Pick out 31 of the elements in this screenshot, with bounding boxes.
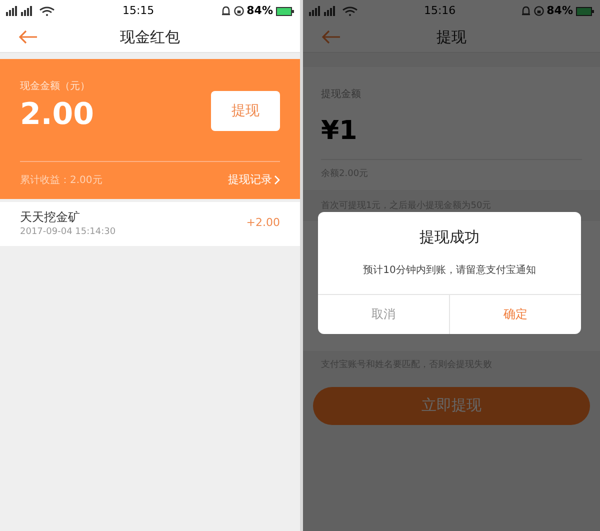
record-time: 2017-09-04 15:14:30 (20, 226, 116, 239)
signal-icon (6, 6, 56, 16)
lock-icon (234, 6, 244, 16)
battery-icon (276, 6, 294, 16)
chevron-icon (274, 175, 280, 186)
cancel-button[interactable]: 取消 (318, 294, 450, 334)
status-time: 15:16 (424, 2, 456, 19)
page-title: 提现 (436, 26, 466, 48)
earnings-text: 累计收益：2.00元 (20, 174, 102, 188)
alarm-icon (220, 6, 231, 16)
submit-button[interactable]: 立即提现 (313, 386, 590, 424)
battery-percent: 84% (246, 2, 273, 19)
withdraw-button[interactable]: 提现 (211, 91, 280, 131)
lock-icon (534, 6, 544, 16)
record-name: 天天挖金矿 (20, 208, 81, 226)
status-time: 15:15 (122, 2, 154, 19)
battery-icon (576, 6, 594, 16)
amount-value: ¥1 (321, 115, 358, 148)
alarm-icon (520, 6, 531, 16)
dialog-title: 提现成功 (418, 227, 480, 248)
back-arrow-icon[interactable] (18, 30, 38, 44)
signal-icon (309, 6, 359, 16)
records-link[interactable]: 提现记录 (228, 172, 280, 188)
page-title: 现金红包 (120, 26, 180, 48)
confirm-button[interactable]: 确定 (450, 294, 581, 334)
balance-label: 现金金额（元） (20, 80, 91, 94)
back-arrow-icon[interactable] (321, 30, 341, 44)
dialog-message: 预计10分钟内到账，请留意支付宝通知 (362, 264, 537, 278)
record-amount: +2.00 (246, 215, 280, 232)
balance-amount: 2.00 (20, 100, 94, 130)
battery-percent: 84% (546, 2, 573, 19)
